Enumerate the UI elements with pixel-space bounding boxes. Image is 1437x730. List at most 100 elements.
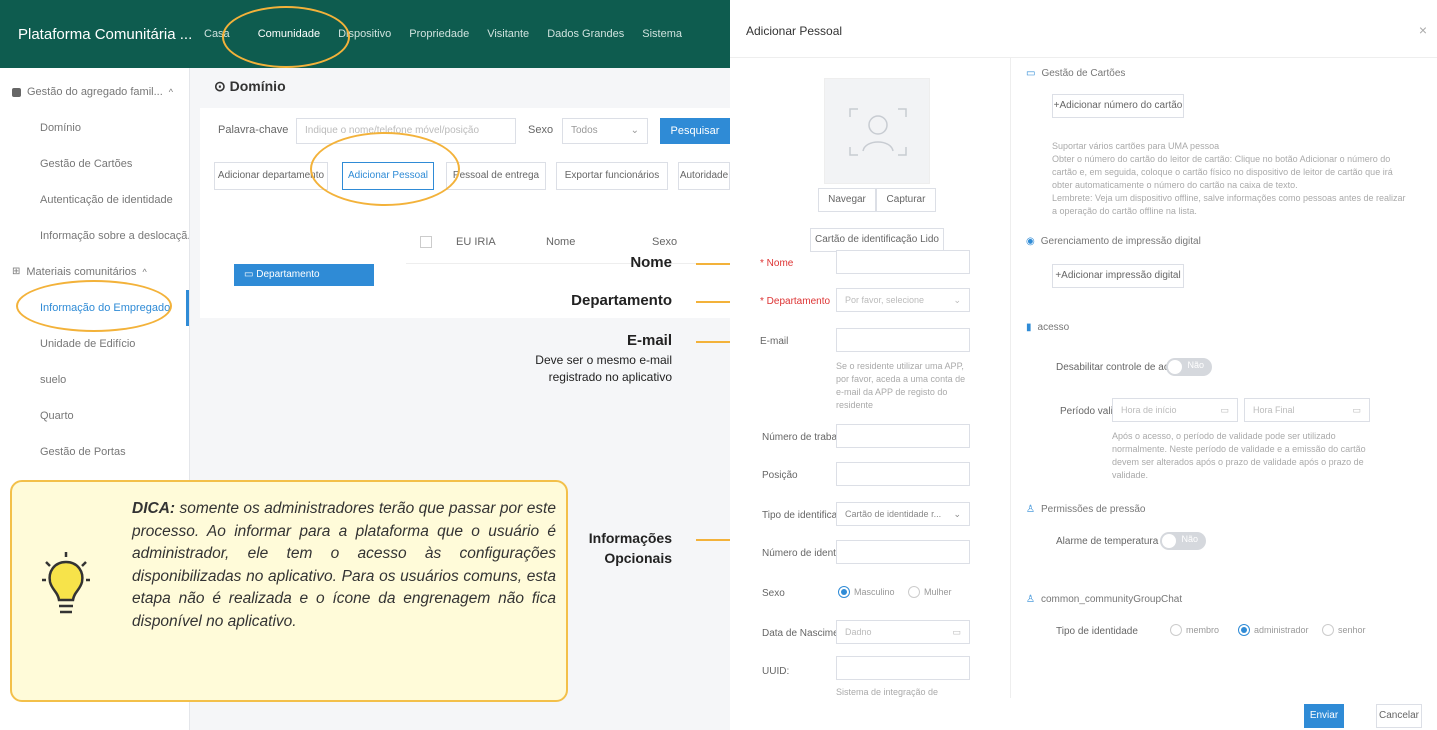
- person-icon: ♙: [1026, 504, 1035, 515]
- sidebar-item-cartoes[interactable]: Gestão de Cartões: [0, 146, 189, 182]
- nav-dados-grandes[interactable]: Dados Grandes: [547, 28, 624, 40]
- sidebar-item-portas[interactable]: Gestão de Portas: [0, 434, 189, 470]
- annotation-optional: Informações Opcionais: [588, 530, 672, 566]
- sidebar-item-autenticacao[interactable]: Autenticação de identidade: [0, 182, 189, 218]
- birth-date-input[interactable]: Dadno ▭: [836, 620, 970, 644]
- id-type-label: Tipo de identificaçã: [762, 510, 848, 521]
- radio-female[interactable]: Mulher: [908, 586, 952, 598]
- radio-senior[interactable]: senhor: [1322, 624, 1366, 636]
- radio-member[interactable]: membro: [1170, 624, 1219, 636]
- uuid-input[interactable]: [836, 656, 970, 680]
- search-button[interactable]: Pesquisar: [660, 118, 730, 144]
- tree-node-department[interactable]: ▭ Departamento: [234, 264, 374, 286]
- disable-access-toggle[interactable]: Não: [1166, 358, 1212, 376]
- nav-visitante[interactable]: Visitante: [487, 28, 529, 40]
- sidebar-item-suelo[interactable]: suelo: [0, 362, 189, 398]
- department-select[interactable]: Por favor, selecione ⌄: [836, 288, 970, 312]
- position-input[interactable]: [836, 462, 970, 486]
- annotation-nome: Nome: [630, 254, 672, 271]
- sex-label: Sexo: [762, 588, 785, 599]
- highlight-ring-add-personnel: [310, 132, 460, 206]
- highlight-ring-comunidade: [222, 6, 350, 68]
- radio-dot: [1322, 624, 1334, 636]
- chevron-down-icon: ⌄: [953, 295, 961, 305]
- start-time-input[interactable]: Hora de início ▭: [1112, 398, 1238, 422]
- add-fingerprint-button[interactable]: +Adicionar impressão digital: [1052, 264, 1184, 288]
- filter-panel: Palavra-chave Indique o nome/telefone mó…: [200, 108, 730, 318]
- sidebar-item-dominio[interactable]: Domínio: [0, 110, 189, 146]
- job-number-label: Número de trabalh: [762, 432, 845, 443]
- chevron-up-icon: ^: [168, 87, 173, 97]
- card-icon: ▭: [1026, 68, 1036, 79]
- modal-header: Adicionar Pessoal ×: [730, 0, 1437, 58]
- col-header-nome[interactable]: Nome: [546, 236, 575, 248]
- col-header-id[interactable]: EU IRIA: [456, 236, 496, 248]
- delivery-personnel-button[interactable]: Pessoal de entrega: [446, 162, 546, 190]
- temperature-alarm-toggle[interactable]: Não: [1160, 532, 1206, 550]
- photo-placeholder: [824, 78, 930, 184]
- read-id-button[interactable]: Cartão de identificação Lido: [810, 228, 944, 252]
- radio-dot: [1170, 624, 1182, 636]
- calendar-icon: ▭: [1220, 405, 1229, 415]
- email-label: E-mail: [760, 336, 789, 347]
- identity-type-label: Tipo de identidade: [1056, 626, 1138, 637]
- household-icon: [12, 87, 21, 97]
- person-icon: ♙: [1026, 594, 1035, 605]
- radio-male[interactable]: Masculino: [838, 586, 895, 598]
- uuid-help: Sistema de integração de: [836, 687, 939, 697]
- close-icon[interactable]: ×: [1419, 22, 1427, 38]
- department-label: * Departamento: [760, 296, 831, 307]
- cancel-button[interactable]: Cancelar: [1376, 704, 1422, 728]
- col-header-sexo[interactable]: Sexo: [652, 236, 677, 248]
- id-number-label: Número de identifi: [762, 548, 844, 559]
- column-divider: [1010, 58, 1011, 698]
- submit-button[interactable]: Enviar: [1304, 704, 1344, 728]
- job-number-input[interactable]: [836, 424, 970, 448]
- sex-label: Sexo: [528, 124, 554, 136]
- sidebar-item-deslocacao[interactable]: Informação sobre a deslocaçã...: [0, 218, 189, 254]
- email-input[interactable]: [836, 328, 970, 352]
- calendar-icon: ▭: [1352, 405, 1361, 415]
- sidebar-item-quarto[interactable]: Quarto: [0, 398, 189, 434]
- sidebar-group-household[interactable]: Gestão do agregado famil... ^: [0, 74, 189, 110]
- birth-date-label: Data de Nasciment: [762, 628, 848, 639]
- add-personnel-modal: Adicionar Pessoal × Navegar Capturar Car…: [730, 0, 1437, 730]
- highlight-ring-employee-info: [16, 280, 172, 332]
- annotation-email-note: Deve ser o mesmo e-mail registrado no apl…: [535, 353, 672, 384]
- door-icon: ▮: [1026, 322, 1032, 333]
- nav-propriedade[interactable]: Propriedade: [409, 28, 469, 40]
- folder-icon: ▭: [244, 269, 254, 280]
- card-help: Suportar vários cartões para UMA pessoa …: [1052, 141, 1406, 216]
- radio-dot: [908, 586, 920, 598]
- email-help: Se o residente utilizar uma APP, por fav…: [836, 361, 966, 410]
- fingerprint-icon: ◉: [1026, 236, 1035, 247]
- radio-administrator[interactable]: administrador: [1238, 624, 1309, 636]
- id-type-select[interactable]: Cartão de identidade r... ⌄: [836, 502, 970, 526]
- keyword-label: Palavra-chave: [218, 124, 289, 136]
- lightbulb-icon: [42, 552, 90, 614]
- id-number-input[interactable]: [836, 540, 970, 564]
- end-time-input[interactable]: Hora Final ▭: [1244, 398, 1370, 422]
- modal-title: Adicionar Pessoal: [746, 24, 843, 38]
- annotation-email: E-mail: [626, 332, 672, 349]
- brand-title: Plataforma Comunitária ...: [18, 25, 193, 43]
- sex-select[interactable]: Todos ⌄: [562, 118, 648, 144]
- position-label: Posição: [762, 470, 798, 481]
- card-section-title: ▭ Gestão de Cartões: [1026, 68, 1126, 79]
- select-all-checkbox[interactable]: [420, 236, 432, 248]
- chevron-down-icon: ⌄: [953, 509, 961, 519]
- add-card-button[interactable]: +Adicionar número do cartão: [1052, 94, 1184, 118]
- tip-text: DICA: somente os administradores terão q…: [132, 500, 556, 630]
- annotation-departamento: Departamento: [571, 292, 672, 309]
- export-employees-button[interactable]: Exportar funcionários: [556, 162, 668, 190]
- nav-sistema[interactable]: Sistema: [642, 28, 682, 40]
- uuid-label: UUID:: [762, 666, 790, 677]
- fingerprint-section-title: ◉ Gerenciamento de impressão digital: [1026, 236, 1201, 247]
- authority-button[interactable]: Autoridade: [678, 162, 730, 190]
- capture-button[interactable]: Capturar: [876, 188, 936, 212]
- calendar-icon: ▭: [952, 627, 961, 637]
- browse-button[interactable]: Navegar: [818, 188, 876, 212]
- name-input[interactable]: [836, 250, 970, 274]
- chevron-up-icon: ^: [142, 267, 147, 277]
- chevron-down-icon: ⌄: [630, 125, 639, 136]
